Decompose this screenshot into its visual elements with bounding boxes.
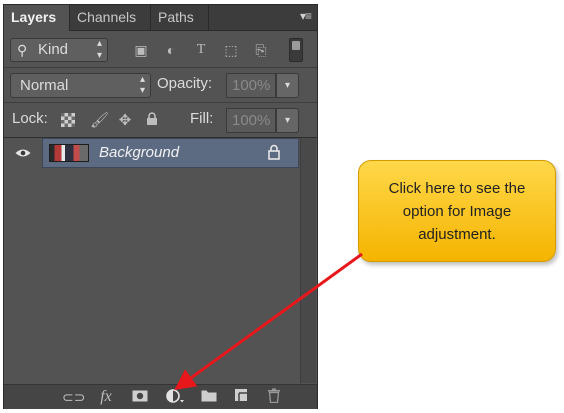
new-layer-icon[interactable] xyxy=(231,388,251,406)
opacity-field[interactable]: 100% xyxy=(226,73,276,98)
select-arrows-icon: ▴ ▾ xyxy=(139,74,145,96)
opacity-dropdown-button[interactable]: ▾ xyxy=(276,73,299,98)
visibility-toggle[interactable] xyxy=(4,138,40,168)
lock-transparent-pixels-icon[interactable] xyxy=(61,113,75,127)
callout-box: Click here to see the option for Image a… xyxy=(358,160,556,262)
fill-label: Fill: xyxy=(190,110,214,127)
filter-toggle-switch[interactable] xyxy=(289,38,303,62)
layer-mask-icon[interactable] xyxy=(130,388,150,406)
layers-panel: Layers Channels Paths ▾≡ ⚲ Kind ▴ ▾ ▣ ◐ T… xyxy=(3,4,318,409)
pixel-filter-icon[interactable]: ▣ xyxy=(132,42,150,58)
kind-filter-select[interactable]: ⚲ Kind ▴ ▾ xyxy=(10,38,108,62)
kind-filter-label: Kind xyxy=(38,41,69,58)
smart-object-filter-icon[interactable]: ⎘ xyxy=(252,42,270,58)
layers-list: Background xyxy=(4,138,317,383)
adjustment-layer-icon[interactable] xyxy=(165,388,185,406)
lock-label: Lock: xyxy=(12,110,48,127)
panel-tab-bar: Layers Channels Paths ▾≡ xyxy=(4,5,317,31)
blend-mode-select[interactable]: Normal ▴ ▾ xyxy=(10,73,151,98)
fill-field[interactable]: 100% xyxy=(226,108,276,133)
lock-all-icon[interactable] xyxy=(143,112,161,130)
layers-bottom-toolbar: ⊂⊃ fx xyxy=(4,384,317,409)
type-filter-icon[interactable]: T xyxy=(192,42,210,58)
layer-filter-row: ⚲ Kind ▴ ▾ ▣ ◐ T ⬚ ⎘ xyxy=(4,33,317,68)
search-icon: ⚲ xyxy=(17,42,28,58)
tab-channels[interactable]: Channels xyxy=(70,5,151,30)
callout-text: Click here to see the option for Image a… xyxy=(388,179,526,243)
shape-filter-icon[interactable]: ⬚ xyxy=(222,42,240,58)
lock-icon[interactable] xyxy=(268,144,280,160)
fill-dropdown-button[interactable]: ▾ xyxy=(276,108,299,133)
link-layers-icon[interactable]: ⊂⊃ xyxy=(62,388,85,406)
lock-row: Lock: 🖌 ✥ Fill: 100% ▾ xyxy=(4,103,317,138)
tab-layers[interactable]: Layers xyxy=(4,5,70,31)
layer-row[interactable]: Background xyxy=(4,138,299,168)
fx-icon[interactable]: fx xyxy=(96,388,116,406)
layers-scrollbar[interactable] xyxy=(300,138,316,383)
select-arrows-icon: ▴ ▾ xyxy=(96,38,102,61)
blend-row: Normal ▴ ▾ Opacity: 100% ▾ xyxy=(4,68,317,103)
new-group-icon[interactable] xyxy=(199,388,219,406)
layer-thumbnail xyxy=(49,144,89,162)
trash-icon[interactable] xyxy=(264,388,284,406)
panel-menu-icon[interactable]: ▾≡ xyxy=(300,9,312,23)
layer-name: Background xyxy=(99,144,180,161)
tab-paths[interactable]: Paths xyxy=(151,5,209,30)
layer-background[interactable]: Background xyxy=(42,138,299,168)
blend-mode-value: Normal xyxy=(20,77,69,94)
adjustment-filter-icon[interactable]: ◐ xyxy=(162,42,180,58)
eye-icon xyxy=(15,149,31,157)
lock-position-icon[interactable]: ✥ xyxy=(116,112,134,130)
opacity-label: Opacity: xyxy=(157,75,213,92)
lock-image-pixels-icon[interactable]: 🖌 xyxy=(90,112,109,130)
